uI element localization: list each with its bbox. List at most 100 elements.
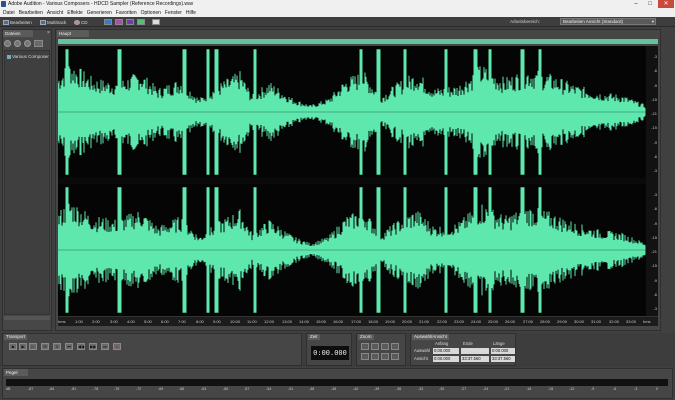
level-panel: Pegel dB -87 -84 -81 -78 -75 -72 -69 -66 -63 -60 -5… bbox=[2, 368, 673, 399]
tab-files[interactable]: Dateien bbox=[3, 30, 33, 37]
time-tick-label: 9:00 bbox=[213, 319, 221, 324]
zoom-selection-icon[interactable] bbox=[391, 343, 399, 350]
menu-bearbeiten[interactable]: Bearbeiten bbox=[19, 10, 43, 17]
cursor-tool-icon[interactable] bbox=[152, 19, 160, 25]
menu-optionen[interactable]: Optionen bbox=[141, 10, 161, 17]
multitrack-view-button[interactable]: Multitrack bbox=[40, 19, 66, 25]
maximize-button[interactable]: □ bbox=[644, 0, 656, 8]
level-tick-label: -69 bbox=[158, 387, 164, 391]
level-tick-label: 0 bbox=[656, 387, 658, 391]
level-tick-label: -3 bbox=[634, 387, 638, 391]
files-scrollbar[interactable] bbox=[4, 316, 50, 320]
zoom-in-horizontal-icon[interactable] bbox=[361, 343, 369, 350]
time-tick-label: 29:00 bbox=[557, 319, 568, 324]
time-tick-label: 6:00 bbox=[161, 319, 169, 324]
forward-end-button[interactable]: ⏭ bbox=[101, 343, 109, 350]
open-file-icon[interactable] bbox=[4, 40, 11, 47]
level-tick-label: -57 bbox=[244, 387, 250, 391]
db-tick-label: -21 bbox=[651, 111, 657, 116]
zoom-right-icon[interactable] bbox=[371, 353, 379, 360]
menu-fenster[interactable]: Fenster bbox=[165, 10, 182, 17]
waveform-graph[interactable] bbox=[58, 46, 646, 316]
zoom-full-icon[interactable] bbox=[381, 343, 389, 350]
selection-end-field[interactable] bbox=[461, 348, 489, 354]
menu-generieren[interactable]: Generieren bbox=[87, 10, 112, 17]
pause-button[interactable]: ‖ bbox=[53, 343, 61, 350]
level-tick-label: -45 bbox=[331, 387, 337, 391]
zoom-out-vertical-icon[interactable] bbox=[391, 353, 399, 360]
workspace-label: Arbeitsbereich: bbox=[510, 19, 541, 24]
time-tick-label: 3:00 bbox=[110, 319, 118, 324]
tab-transport[interactable]: Transport bbox=[4, 334, 28, 340]
level-tick-label: -87 bbox=[28, 387, 34, 391]
db-tick-label: -9 bbox=[653, 83, 657, 88]
tab-time[interactable]: Zeit bbox=[308, 334, 320, 340]
play-to-end-button[interactable]: ▷ bbox=[29, 343, 37, 350]
loop-button[interactable]: ⟳ bbox=[41, 343, 49, 350]
cd-label: CD bbox=[81, 19, 88, 25]
time-display: 0:00.000 bbox=[311, 346, 349, 360]
close-file-icon[interactable] bbox=[24, 40, 31, 47]
play-button[interactable]: ▶ bbox=[19, 343, 27, 350]
db-tick-label: -15 bbox=[651, 125, 657, 130]
time-tick-label: 33:00 bbox=[626, 319, 637, 324]
time-tick-label: 30:00 bbox=[574, 319, 585, 324]
forward-button[interactable]: ▶▶ bbox=[89, 343, 97, 350]
time-tick-label: 12:00 bbox=[264, 319, 275, 324]
time-ruler[interactable]: hms 1:00 2:00 3:00 4:00 5:00 6:00 7:00 8:00 9:00 1… bbox=[58, 316, 658, 326]
phase-view-icon[interactable] bbox=[137, 19, 145, 25]
time-tick-label: 15:00 bbox=[316, 319, 327, 324]
menu-datei[interactable]: Datei bbox=[3, 10, 15, 17]
db-tick-label: -3 bbox=[653, 192, 657, 197]
menu-ansicht[interactable]: Ansicht bbox=[47, 10, 63, 17]
pan-view-icon[interactable] bbox=[126, 19, 134, 25]
selection-panel: Auswahl/Ansicht Anfang Ende Länge Auswah… bbox=[410, 333, 516, 366]
overview-range[interactable] bbox=[58, 39, 658, 44]
tab-level[interactable]: Pegel bbox=[4, 369, 28, 376]
rewind-button[interactable]: ◀◀ bbox=[77, 343, 85, 350]
level-tick-label: -84 bbox=[49, 387, 55, 391]
view-row-label: Ansicht bbox=[414, 356, 428, 361]
edit-file-icon[interactable] bbox=[34, 40, 43, 47]
selection-length-field[interactable]: 0:00.000 bbox=[491, 348, 515, 354]
menu-hilfe[interactable]: Hilfe bbox=[186, 10, 196, 17]
time-tick-label: 28:00 bbox=[540, 319, 551, 324]
menu-effekte[interactable]: Effekte bbox=[67, 10, 82, 17]
menu-bar: Datei Bearbeiten Ansicht Effekte Generie… bbox=[0, 9, 675, 17]
cd-view-button[interactable]: CD bbox=[74, 19, 88, 25]
spectral-view-icon[interactable] bbox=[115, 19, 123, 25]
time-tick-label: hms bbox=[643, 319, 651, 324]
tab-selection[interactable]: Auswahl/Ansicht bbox=[412, 334, 450, 340]
multitrack-label: Multitrack bbox=[47, 19, 67, 25]
stop-button[interactable]: ■ bbox=[9, 343, 17, 350]
title-bar: Adobe Audition - Various Composers - HDC… bbox=[0, 0, 675, 9]
zoom-out-horizontal-icon[interactable] bbox=[371, 343, 379, 350]
workspace-select[interactable]: Bearbeiten Ansicht (Standard) ▾ bbox=[560, 18, 656, 25]
view-end-field[interactable]: 33:37.560 bbox=[461, 356, 489, 362]
view-start-field[interactable]: 0:00.000 bbox=[433, 356, 459, 362]
waveform-view-icon[interactable] bbox=[104, 19, 112, 25]
tab-zoom[interactable]: Zoom bbox=[358, 334, 374, 340]
level-tick-label: -39 bbox=[374, 387, 380, 391]
time-tick-label: 16:00 bbox=[333, 319, 344, 324]
tab-main[interactable]: Haupt bbox=[57, 30, 89, 37]
zoom-in-vertical-icon[interactable] bbox=[381, 353, 389, 360]
import-file-icon[interactable] bbox=[14, 40, 21, 47]
waveform-display[interactable]: -3 -6 -9 -15 -21 -15 -9 -6 -3 -3 -6 -9 -15 -21 -15 -9 -6… bbox=[58, 46, 658, 326]
time-tick-label: hms bbox=[58, 319, 66, 324]
view-length-field[interactable]: 33:37.560 bbox=[491, 356, 515, 362]
time-tick-label: 24:00 bbox=[471, 319, 482, 324]
level-tick-label: -21 bbox=[504, 387, 510, 391]
close-button[interactable]: ✕ bbox=[658, 0, 674, 8]
menu-favoriten[interactable]: Favoriten bbox=[116, 10, 137, 17]
edit-view-button[interactable]: Bearbeiten bbox=[3, 19, 32, 25]
main-editor-panel: Haupt -3 -6 -9 -15 -21 -15 -9 -6 -3 -3 -6 -9 -15 -21-… bbox=[55, 29, 661, 331]
rewind-start-button[interactable]: ⏮ bbox=[65, 343, 73, 350]
close-icon[interactable]: × bbox=[47, 30, 50, 37]
list-item[interactable]: Various Composer bbox=[7, 54, 49, 59]
record-button[interactable]: ● bbox=[113, 343, 121, 350]
overview-bar[interactable] bbox=[58, 39, 658, 44]
minimize-button[interactable]: – bbox=[630, 0, 642, 8]
selection-start-field[interactable]: 0:00.000 bbox=[433, 348, 459, 354]
zoom-left-icon[interactable] bbox=[361, 353, 369, 360]
